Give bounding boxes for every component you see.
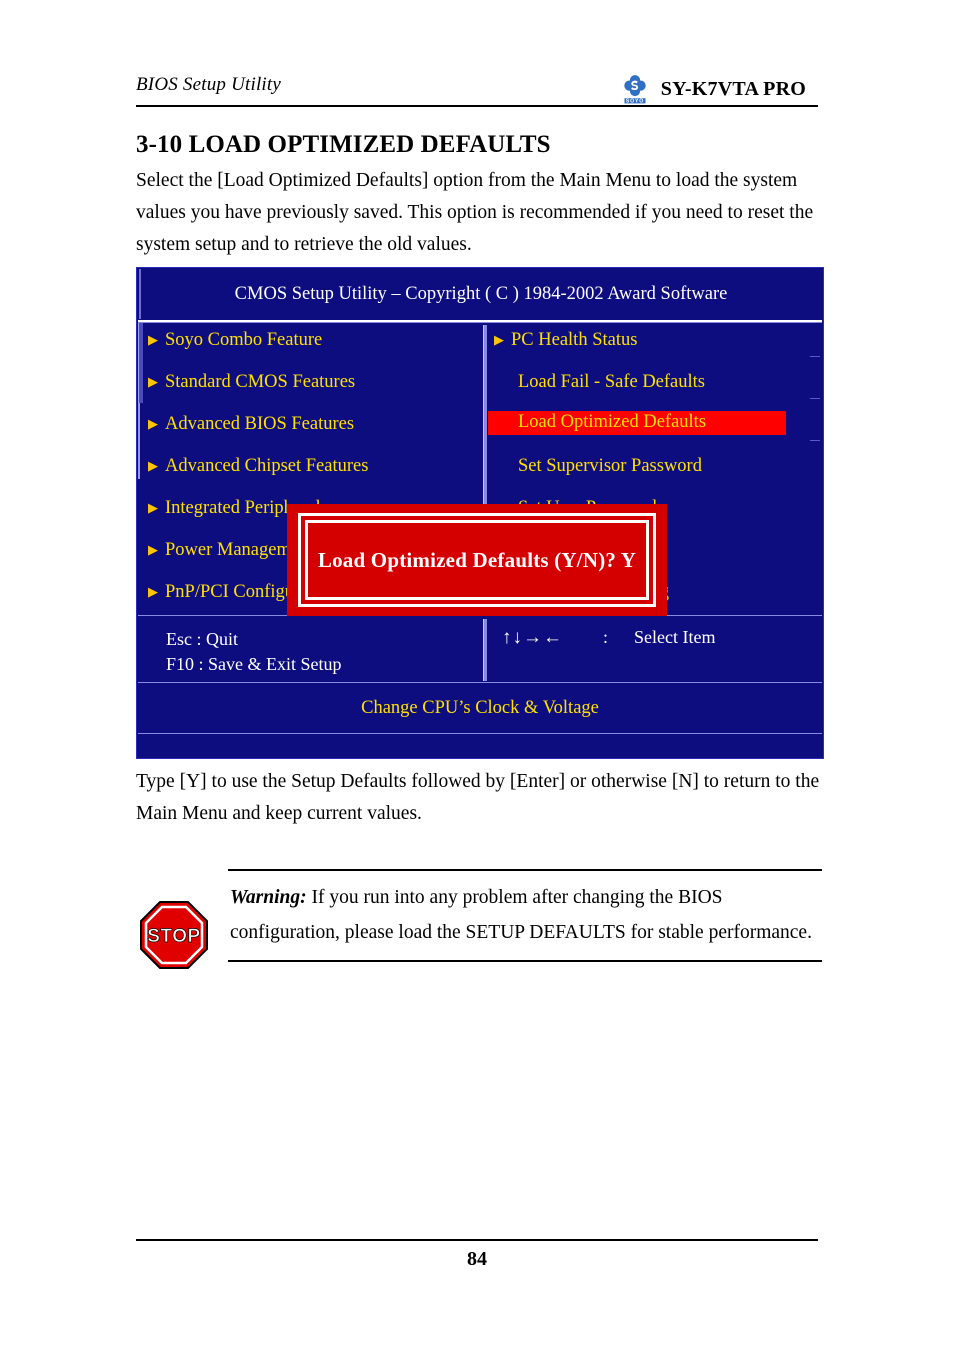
- bios-title-bar: CMOS Setup Utility – Copyright ( C ) 198…: [139, 269, 821, 319]
- confirm-dialog-inner-border: Load Optimized Defaults (Y/N)? Y: [305, 520, 649, 600]
- page-number: 84: [467, 1248, 487, 1270]
- bios-bottom-pad: [138, 735, 822, 757]
- bios-key-legend-left: Esc : Quit F10 : Save & Exit Setup: [166, 627, 342, 677]
- triangle-bullet-icon: ▶: [148, 332, 158, 347]
- arrow-keys-icon: ↑↓→←: [502, 627, 563, 648]
- bios-status-text: Change CPU’s Clock & Voltage: [361, 698, 599, 718]
- confirm-dialog-message: Load Optimized Defaults (Y/N)? Y: [317, 547, 637, 572]
- triangle-bullet-icon: ▶: [148, 584, 158, 599]
- running-header: BIOS Setup Utility SOYO SY-K7VTA PRO: [136, 72, 818, 106]
- bios-key-f10: F10 : Save & Exit Setup: [166, 654, 342, 674]
- bios-scroll-indicator-inner: [138, 403, 140, 479]
- bios-menu-item-advanced-bios-features[interactable]: ▶ Advanced BIOS Features: [142, 413, 360, 437]
- bios-key-select-item-label: Select Item: [634, 627, 716, 647]
- bios-status-line: Change CPU’s Clock & Voltage: [138, 684, 822, 734]
- bios-legend-divider: [483, 619, 487, 681]
- header-brand: SOYO SY-K7VTA PRO: [618, 72, 806, 106]
- instructions-paragraph: Type [Y] to use the Setup Defaults follo…: [136, 771, 820, 824]
- svg-text:SOYO: SOYO: [626, 98, 644, 104]
- header-model-name: SY-K7VTA PRO: [660, 77, 806, 100]
- warning-bottom-rule: [228, 960, 822, 962]
- soyo-logo-icon: SOYO: [618, 72, 652, 106]
- triangle-bullet-icon: ▶: [148, 458, 158, 473]
- triangle-bullet-icon: ▶: [148, 374, 158, 389]
- bios-menu-item-pc-health-status[interactable]: ▶ PC Health Status: [488, 329, 643, 353]
- bios-menu-item-label: Standard CMOS Features: [165, 372, 356, 392]
- header-divider: [136, 105, 818, 107]
- bios-menu-item-label: Soyo Combo Feature: [165, 330, 323, 350]
- bios-menu-item-label: Advanced BIOS Features: [165, 414, 355, 434]
- confirm-dialog-outer-border: Load Optimized Defaults (Y/N)? Y: [298, 513, 656, 607]
- warning-label: Warning:: [230, 887, 307, 908]
- header-title: BIOS Setup Utility: [136, 74, 282, 95]
- bios-menu-item-label: Load Fail - Safe Defaults: [518, 372, 705, 392]
- bios-title-text: CMOS Setup Utility – Copyright ( C ) 198…: [234, 283, 728, 304]
- footer-divider: [136, 1239, 818, 1241]
- triangle-bullet-icon: ▶: [148, 416, 158, 431]
- triangle-bullet-icon: ▶: [148, 542, 158, 557]
- bios-menu-item-load-fail-safe-defaults[interactable]: Load Fail - Safe Defaults: [488, 371, 711, 395]
- triangle-bullet-icon: ▶: [148, 500, 158, 515]
- warning-body: If you run into any problem after changi…: [230, 887, 812, 943]
- page-title: 3-10 LOAD OPTIMIZED DEFAULTS: [136, 131, 551, 158]
- bios-menu-item-label: Set Supervisor Password: [518, 456, 702, 476]
- confirm-dialog[interactable]: Load Optimized Defaults (Y/N)? Y: [287, 504, 667, 616]
- bios-key-separator: :: [603, 627, 609, 647]
- bios-menu-item-label: Load Optimized Defaults: [518, 412, 707, 432]
- bios-key-legend-right: ↑↓→← : Select Item: [502, 627, 715, 649]
- intro-paragraph: Select the [Load Optimized Defaults] opt…: [136, 170, 814, 255]
- stop-sign-icon: STOP: [136, 897, 212, 973]
- bios-key-legend: Esc : Quit F10 : Save & Exit Setup ↑↓→← …: [138, 617, 822, 683]
- warning-callout: Warning: If you run into any problem aft…: [228, 869, 822, 962]
- bios-menu-item-advanced-chipset-features[interactable]: ▶ Advanced Chipset Features: [142, 455, 374, 479]
- bios-menu-item-set-supervisor-password[interactable]: Set Supervisor Password: [488, 455, 708, 479]
- bios-menu-item-soyo-combo-feature[interactable]: ▶ Soyo Combo Feature: [142, 329, 328, 353]
- svg-text:STOP: STOP: [147, 926, 200, 947]
- document-page: BIOS Setup Utility SOYO SY-K7VTA PRO 3-1…: [0, 0, 954, 1351]
- bios-menu-item-standard-cmos-features[interactable]: ▶ Standard CMOS Features: [142, 371, 361, 395]
- bios-menu-item-label: PC Health Status: [511, 330, 638, 350]
- bios-menu-item-load-optimized-defaults[interactable]: Load Optimized Defaults: [488, 411, 786, 435]
- bios-screen: CMOS Setup Utility – Copyright ( C ) 198…: [136, 267, 824, 759]
- warning-text: Warning: If you run into any problem aft…: [228, 871, 822, 960]
- bios-key-esc: Esc : Quit: [166, 629, 238, 649]
- bios-menu-item-label: Advanced Chipset Features: [165, 456, 369, 476]
- triangle-bullet-icon: ▶: [494, 332, 504, 347]
